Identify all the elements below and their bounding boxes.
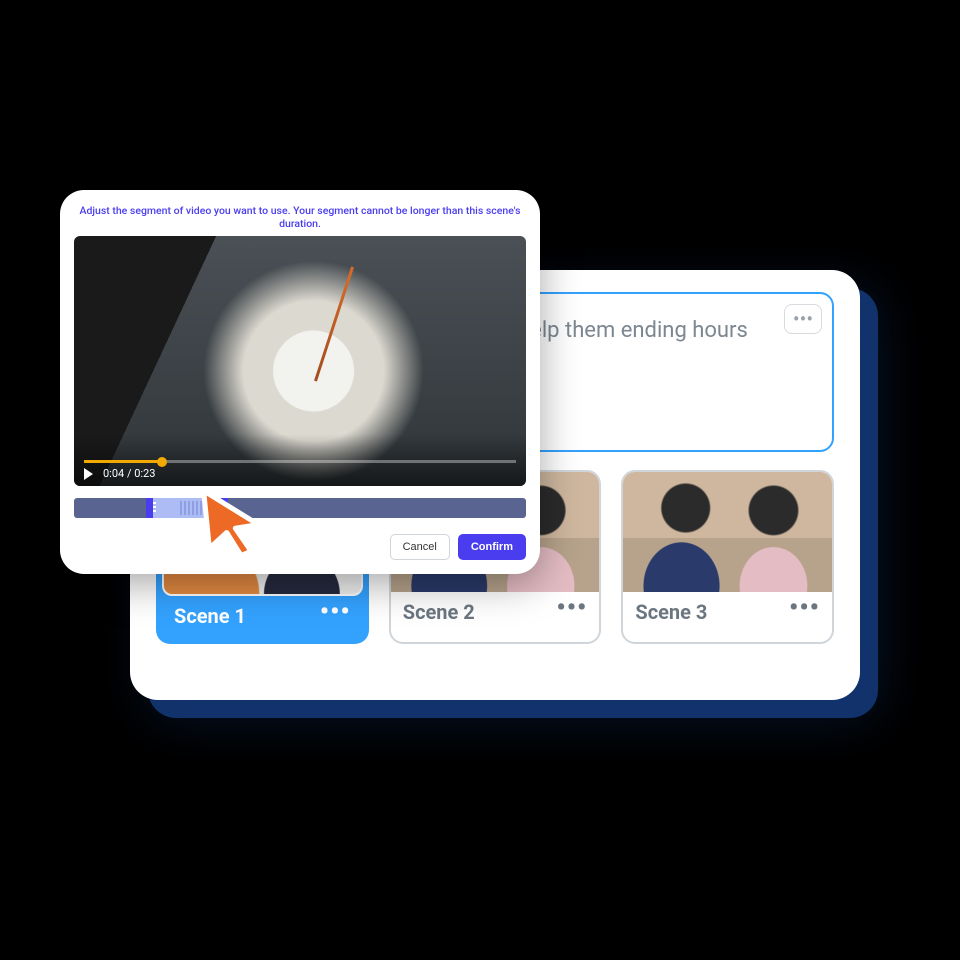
scene-thumbnail bbox=[623, 472, 832, 592]
cancel-button[interactable]: Cancel bbox=[390, 534, 450, 560]
video-progress-knob[interactable] bbox=[157, 457, 167, 467]
trim-video-modal: Adjust the segment of video you want to … bbox=[60, 190, 540, 574]
video-progress-track[interactable] bbox=[84, 460, 516, 463]
video-preview[interactable]: 0:04 / 0:23 bbox=[74, 236, 526, 486]
play-icon[interactable] bbox=[84, 468, 93, 480]
confirm-button[interactable]: Confirm bbox=[458, 534, 526, 560]
video-time-label: 0:04 / 0:23 bbox=[103, 467, 155, 480]
scene-label: Scene 1 bbox=[174, 604, 246, 628]
scene-more-button[interactable]: ••• bbox=[556, 603, 587, 621]
trim-selection[interactable] bbox=[146, 498, 227, 518]
scene-label: Scene 3 bbox=[635, 600, 707, 624]
fishing-rod-icon bbox=[314, 266, 353, 381]
description-more-button[interactable]: ••• bbox=[784, 304, 822, 334]
scene-label: Scene 2 bbox=[403, 600, 475, 624]
trim-track[interactable] bbox=[74, 498, 526, 518]
modal-footer: Cancel Confirm bbox=[74, 534, 526, 560]
video-progress-fill bbox=[84, 460, 162, 463]
scene-card-3[interactable]: Scene 3 ••• bbox=[621, 470, 834, 644]
trim-instruction: Adjust the segment of video you want to … bbox=[74, 204, 526, 230]
video-controls: 0:04 / 0:23 bbox=[74, 434, 526, 486]
scene-more-button[interactable]: ••• bbox=[789, 603, 820, 621]
ellipsis-icon: ••• bbox=[793, 316, 813, 322]
trim-grip-icon bbox=[180, 501, 204, 515]
scene-more-button[interactable]: ••• bbox=[320, 607, 351, 625]
